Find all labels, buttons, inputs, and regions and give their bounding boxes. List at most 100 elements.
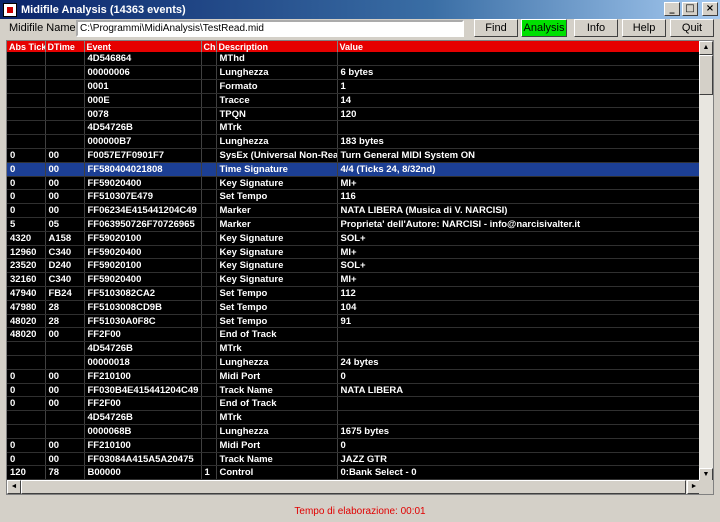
- table-row[interactable]: 0078 TPQN 120: [7, 107, 702, 122]
- find-button[interactable]: Find: [474, 19, 518, 37]
- cell-description: MTrk: [216, 341, 338, 357]
- table-row[interactable]: 12960 C340 FF59020400 Key Signature MI+: [7, 245, 702, 260]
- table-row[interactable]: 0001 Formato 1: [7, 79, 702, 94]
- cell-event: FF510307E479: [84, 189, 202, 205]
- table-row[interactable]: 4320 A158 FF59020100 Key Signature SOL+: [7, 231, 702, 246]
- table-row[interactable]: 0 00 FF210100 Midi Port 0: [7, 369, 702, 384]
- cell-description: Control: [216, 465, 338, 481]
- horizontal-scroll-thumb[interactable]: [21, 480, 686, 494]
- analysis-button[interactable]: Analysis: [521, 19, 567, 37]
- cell-value: 116: [337, 189, 702, 205]
- cell-value: 1: [337, 79, 702, 94]
- table-row[interactable]: 4D546864 MThd: [7, 52, 702, 67]
- cell-value: [337, 327, 702, 343]
- cell-event: FF51030A0F8C: [84, 314, 202, 329]
- cell-abs-tick: 0: [7, 383, 46, 398]
- cell-ch: [201, 300, 217, 315]
- cell-value: Proprieta' dell'Autore: NARCISI - info@n…: [337, 217, 702, 232]
- cell-ch: [201, 134, 217, 150]
- cell-description: Key Signature: [216, 245, 338, 260]
- cell-dtime: [45, 341, 85, 357]
- table-row[interactable]: 47980 28 FF5103008CD9B Set Tempo 104: [7, 300, 702, 315]
- cell-abs-tick: 0: [7, 369, 46, 384]
- cell-ch: [201, 231, 217, 246]
- cell-ch: [201, 272, 217, 288]
- table-row[interactable]: 00000018 Lunghezza 24 bytes: [7, 355, 702, 370]
- close-button[interactable]: ×: [702, 2, 718, 16]
- cell-ch: [201, 176, 217, 191]
- scroll-up-button[interactable]: ▲: [699, 41, 713, 55]
- table-row[interactable]: 000000B7 Lunghezza 183 bytes: [7, 134, 702, 150]
- cell-dtime: 28: [45, 314, 85, 329]
- table-row[interactable]: 48020 00 FF2F00 End of Track: [7, 327, 702, 343]
- table-row[interactable]: 4D54726B MTrk: [7, 120, 702, 136]
- table-row[interactable]: 00000006 Lunghezza 6 bytes: [7, 65, 702, 81]
- table-row[interactable]: 0 00 FF510307E479 Set Tempo 116: [7, 189, 702, 205]
- cell-value: 14: [337, 93, 702, 108]
- scroll-left-button[interactable]: ◄: [7, 480, 21, 494]
- cell-event: 000000B7: [84, 134, 202, 150]
- cell-ch: [201, 341, 217, 357]
- table-row[interactable]: 47940 FB24 FF5103082CA2 Set Tempo 112: [7, 286, 702, 301]
- cell-ch: [201, 383, 217, 398]
- cell-description: End of Track: [216, 396, 338, 412]
- cell-dtime: A158: [45, 231, 85, 246]
- column-header-dtime[interactable]: DTime: [45, 41, 85, 52]
- cell-dtime: 00: [45, 452, 85, 467]
- event-grid[interactable]: Abs Tick DTime Event Ch Description Value 4D5…: [6, 40, 714, 495]
- cell-value: 4/4 (Ticks 24, 8/32nd): [337, 162, 702, 177]
- cell-event: 0078: [84, 107, 202, 122]
- info-button[interactable]: Info: [574, 19, 618, 37]
- cell-abs-tick: 0: [7, 438, 46, 453]
- table-row[interactable]: 0 00 FF030B4E415441204C49 Track Name NATA LI…: [7, 383, 702, 398]
- vertical-scrollbar[interactable]: ▲ ▼: [699, 41, 713, 482]
- cell-description: Midi Port: [216, 438, 338, 453]
- column-header-ch[interactable]: Ch: [201, 41, 217, 52]
- cell-dtime: 00: [45, 203, 85, 219]
- cell-description: Time Signature: [216, 162, 338, 177]
- column-header-abs-tick[interactable]: Abs Tick: [7, 41, 46, 52]
- table-row[interactable]: 0 00 FF580404021808 Time Signature 4/4 (Tick…: [7, 162, 702, 177]
- column-header-event[interactable]: Event: [84, 41, 202, 52]
- cell-description: MTrk: [216, 410, 338, 426]
- cell-ch: [201, 314, 217, 329]
- table-row[interactable]: 5 05 FF063950726F70726965 Marker Proprieta' …: [7, 217, 702, 232]
- cell-value: Turn General MIDI System ON: [337, 148, 702, 163]
- minimize-button[interactable]: _: [664, 2, 680, 16]
- table-row[interactable]: 000E Tracce 14: [7, 93, 702, 108]
- help-button[interactable]: Help: [622, 19, 666, 37]
- table-row[interactable]: 23520 D240 FF59020100 Key Signature SOL+: [7, 258, 702, 274]
- maximize-button[interactable]: □: [682, 2, 698, 16]
- table-row[interactable]: 0000068B Lunghezza 1675 bytes: [7, 424, 702, 439]
- table-row[interactable]: 4D54726B MTrk: [7, 410, 702, 426]
- table-row[interactable]: 32160 C340 FF59020400 Key Signature MI+: [7, 272, 702, 288]
- cell-event: FF03084A415A5A20475: [84, 452, 202, 467]
- cell-ch: [201, 410, 217, 426]
- cell-value: [337, 410, 702, 426]
- vertical-scroll-thumb[interactable]: [699, 55, 713, 95]
- table-row[interactable]: 120 78 B00000 1 Control 0:Bank Select - 0: [7, 465, 702, 481]
- cell-value: 91: [337, 314, 702, 329]
- table-row[interactable]: 0 00 FF06234E415441204C49 Marker NATA LIBERA…: [7, 203, 702, 219]
- table-row[interactable]: 0 00 FF59020400 Key Signature MI+: [7, 176, 702, 191]
- table-row[interactable]: 48020 28 FF51030A0F8C Set Tempo 91: [7, 314, 702, 329]
- table-row[interactable]: 0 00 F0057E7F0901F7 SysEx (Universal Non-Re…: [7, 148, 702, 163]
- filename-input[interactable]: [76, 20, 464, 37]
- table-row[interactable]: 0 00 FF03084A415A5A20475 Track Name JAZZ GTR: [7, 452, 702, 467]
- table-row[interactable]: 4D54726B MTrk: [7, 341, 702, 357]
- cell-ch: [201, 327, 217, 343]
- column-header-description[interactable]: Description: [216, 41, 338, 52]
- horizontal-scrollbar[interactable]: ◄ ►: [7, 480, 701, 494]
- cell-dtime: [45, 107, 85, 122]
- cell-description: Key Signature: [216, 272, 338, 288]
- cell-dtime: C340: [45, 245, 85, 260]
- cell-abs-tick: [7, 120, 46, 136]
- cell-abs-tick: [7, 341, 46, 357]
- quit-button[interactable]: Quit: [670, 19, 714, 37]
- table-row[interactable]: 0 00 FF2F00 End of Track: [7, 396, 702, 412]
- cell-abs-tick: 32160: [7, 272, 46, 288]
- cell-event: FF5103008CD9B: [84, 300, 202, 315]
- cell-abs-tick: 23520: [7, 258, 46, 274]
- column-header-value[interactable]: Value: [337, 41, 702, 52]
- table-row[interactable]: 0 00 FF210100 Midi Port 0: [7, 438, 702, 453]
